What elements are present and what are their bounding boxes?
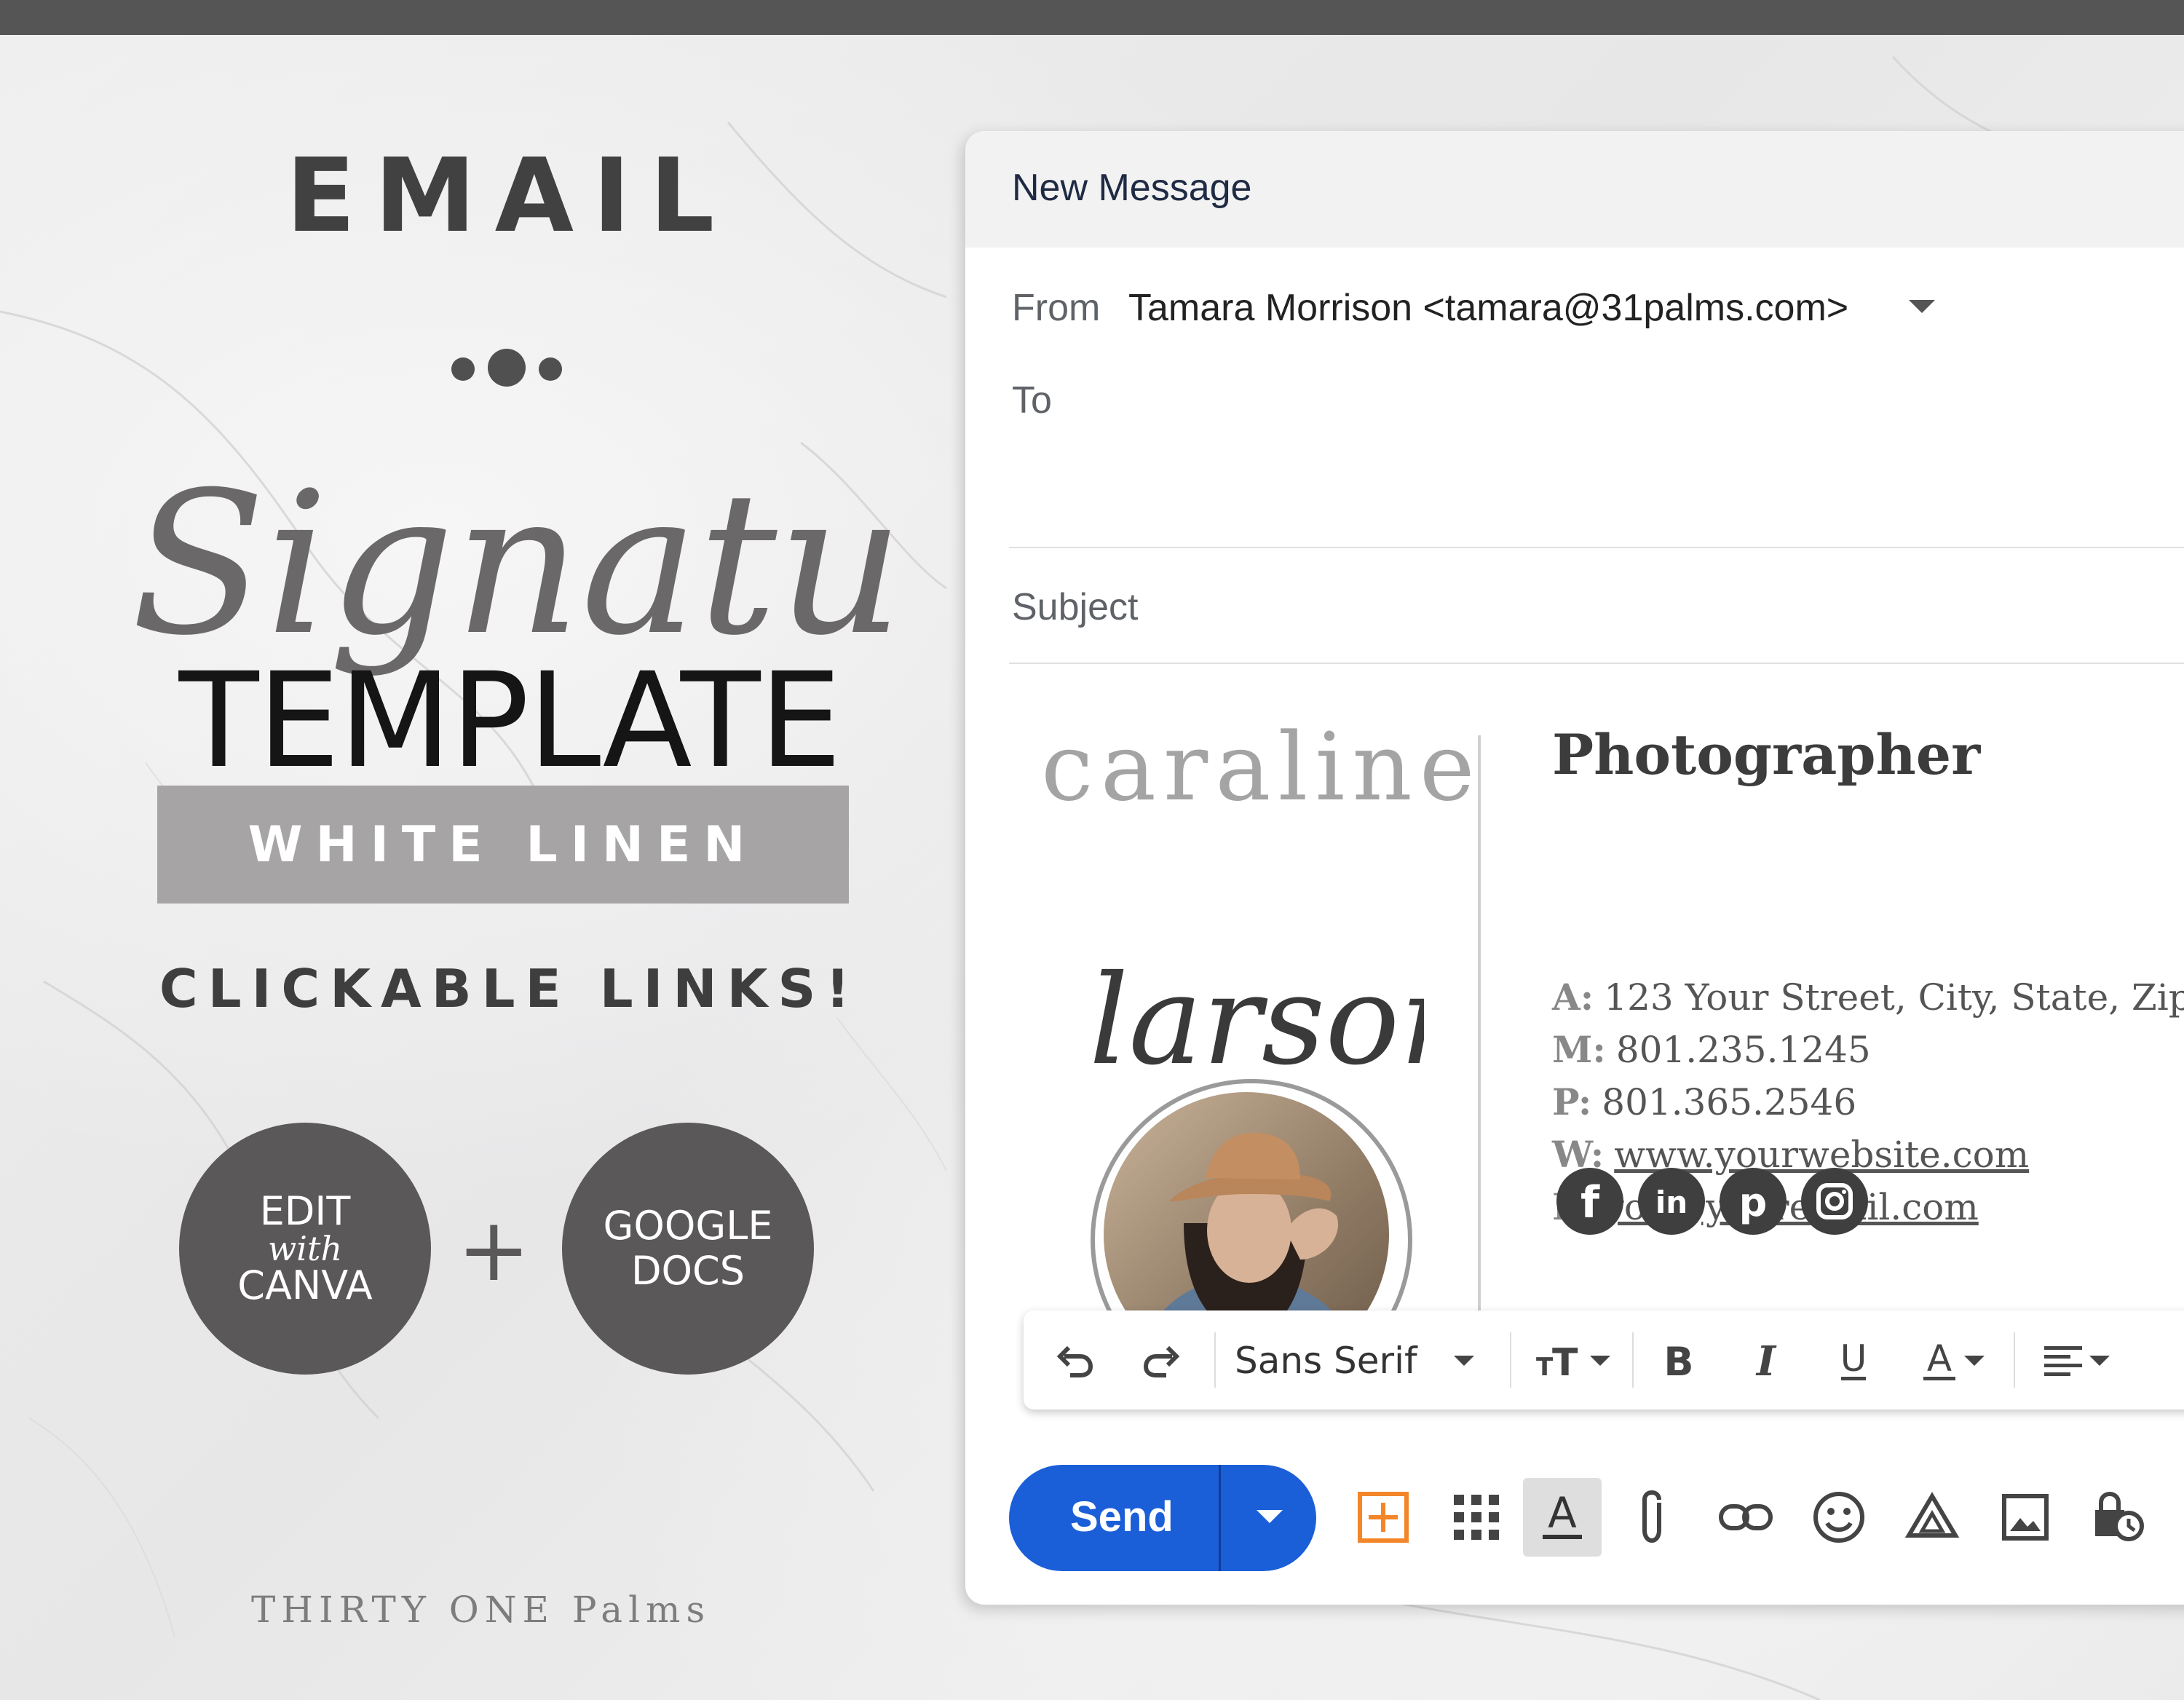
align-icon[interactable]	[2028, 1335, 2123, 1386]
photo-icon[interactable]	[1992, 1484, 2059, 1551]
toolbar-separator	[1632, 1332, 1634, 1388]
to-label: To	[1012, 379, 1052, 422]
badge-canva-line1: EDIT	[260, 1189, 351, 1234]
send-label: Send	[1070, 1493, 1174, 1541]
svg-text:THIRTY ONE Palms: THIRTY ONE Palms	[251, 1589, 711, 1631]
svg-text:f: f	[1580, 1177, 1600, 1228]
add-icon[interactable]	[1350, 1484, 1417, 1551]
apps-grid-icon[interactable]	[1443, 1484, 1510, 1551]
to-field[interactable]	[1067, 364, 2159, 430]
badge-docs-line1: GOOGLE	[604, 1203, 773, 1249]
mobile-key: M:	[1552, 1028, 1606, 1071]
mobile-value: 801.235.1245	[1616, 1029, 1871, 1071]
send-options-icon[interactable]	[1257, 1510, 1283, 1523]
svg-text:T: T	[1536, 1353, 1554, 1382]
font-family-select[interactable]: Sans Serif	[1235, 1335, 1497, 1386]
toolbar-separator	[1510, 1332, 1511, 1388]
plus-sign: +	[457, 1214, 531, 1287]
link-icon[interactable]	[1712, 1484, 1779, 1551]
undo-icon[interactable]	[1045, 1335, 1104, 1386]
instagram-icon[interactable]	[1801, 1168, 1868, 1235]
send-button[interactable]: Send	[1009, 1465, 1316, 1571]
svg-text:I: I	[1755, 1339, 1777, 1383]
drive-icon[interactable]	[1899, 1484, 1966, 1551]
top-border-bar	[0, 0, 2184, 35]
svg-text:A: A	[1927, 1337, 1952, 1380]
signature-divider	[1478, 735, 1481, 1391]
badge-docs-line2: DOCS	[631, 1249, 745, 1294]
svg-text:Signature: Signature	[131, 449, 917, 679]
signature-first-name: caraline	[1041, 713, 1482, 822]
tagline: CLICKABLE LINKS!	[0, 958, 1019, 1019]
redo-icon[interactable]	[1133, 1335, 1191, 1386]
brand-logo: THIRTY ONE Palms	[251, 1553, 746, 1648]
attach-icon[interactable]	[1619, 1484, 1686, 1551]
compose-window: New Message From Tamara Morrison <tamara…	[965, 131, 2184, 1605]
formatting-icon[interactable]: A	[1523, 1478, 1602, 1557]
badge-canva-line3: CANVA	[237, 1263, 372, 1308]
phone-key: P:	[1552, 1080, 1591, 1123]
phone-value: 801.365.2546	[1602, 1081, 1856, 1123]
text-color-icon[interactable]: A	[1904, 1335, 1999, 1386]
font-family-value: Sans Serif	[1235, 1340, 1417, 1382]
heading-email: EMAIL	[0, 137, 1019, 256]
linkedin-icon[interactable]: in	[1638, 1168, 1705, 1235]
font-size-icon[interactable]: TT	[1526, 1335, 1621, 1386]
subject-divider	[1009, 663, 2184, 664]
underline-icon[interactable]: U	[1824, 1335, 1883, 1386]
theme-banner: WHITE LINEN	[157, 786, 849, 904]
confidential-icon[interactable]	[2085, 1484, 2152, 1551]
signature-phone: P: 801.365.2546	[1552, 1080, 1856, 1123]
emoji-icon[interactable]	[1805, 1484, 1872, 1551]
bold-icon[interactable]: B	[1650, 1335, 1708, 1386]
promo-panel: EMAIL Signature TEMPLATE WHITE LINEN CLI…	[0, 35, 968, 1700]
svg-text:p: p	[1739, 1179, 1768, 1225]
compose-title: New Message	[1012, 166, 1251, 210]
svg-text:U: U	[1840, 1337, 1867, 1380]
signature-mobile: M:801.235.1245	[1552, 1028, 1871, 1071]
signature-address: A:123 Your Street, City, State, Zip	[1552, 976, 2184, 1019]
signature-job-title: Photographer	[1552, 722, 1980, 787]
from-dropdown-icon[interactable]	[1909, 300, 1935, 313]
from-field[interactable]: Tamara Morrison <tamara@31palms.com>	[1128, 286, 1848, 330]
svg-text:larson: larson	[1089, 949, 1424, 1093]
badge-canva-line2: with	[268, 1234, 342, 1263]
pinterest-icon[interactable]: p	[1720, 1168, 1787, 1235]
heading-template: TEMPLATE	[0, 645, 1019, 797]
address-key: A:	[1552, 976, 1594, 1019]
from-label: From	[1012, 286, 1100, 330]
badge-google-docs: GOOGLE DOCS	[562, 1123, 814, 1375]
chevron-down-icon	[1454, 1356, 1474, 1366]
address-value: 123 Your Street, City, State, Zip	[1604, 976, 2184, 1019]
compose-header: New Message	[965, 131, 2184, 248]
signature-website: W:www.yourwebsite.com	[1552, 1133, 2029, 1176]
svg-text:in: in	[1655, 1185, 1688, 1220]
svg-text:T: T	[1552, 1341, 1578, 1383]
toolbar-separator	[2014, 1332, 2015, 1388]
toolbar-separator	[1214, 1332, 1216, 1388]
theme-name: WHITE LINEN	[248, 816, 759, 874]
italic-icon[interactable]: I	[1737, 1335, 1795, 1386]
subject-label[interactable]: Subject	[1012, 585, 1138, 629]
svg-text:B: B	[1663, 1339, 1693, 1383]
badge-edit-canva: EDIT with CANVA	[179, 1123, 431, 1375]
dot-separator	[451, 344, 568, 395]
facebook-icon[interactable]: f	[1556, 1168, 1623, 1235]
svg-text:A: A	[1548, 1490, 1577, 1538]
formatting-toolbar: Sans Serif TT B I U A	[1024, 1310, 2184, 1410]
to-divider	[1009, 547, 2184, 548]
